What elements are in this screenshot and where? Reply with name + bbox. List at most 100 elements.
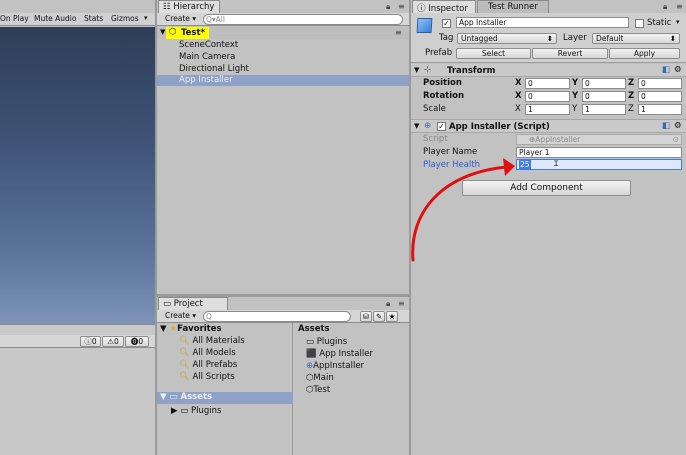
search-icon: 🔍︎ [179,348,190,358]
tree-folder-plugins[interactable]: ▶ ▭ Plugins [171,406,221,416]
info-icon: ⓘ [84,337,92,346]
hierarchy-create-dropdown[interactable]: Create ▾ [165,14,196,23]
hierarchy-item-app-installer: App Installer [179,75,233,85]
game-view-toolbar: On Play Mute Audio Stats Gizmos ▾ [0,13,155,26]
transform-title: Transform [447,66,496,76]
rotation-y-label: Y [572,91,579,101]
project-tab[interactable]: ▭ Project [158,297,228,310]
component-header[interactable]: ▼ ⊕ ✓ App Installer (Script) ◧ ⚙ [411,119,686,133]
active-checkbox[interactable]: ✓ [442,19,451,28]
gear-icon[interactable]: ⚙ [674,65,682,75]
position-z-field[interactable]: 0 [638,78,682,89]
warning-icon: ⚠ [107,337,114,346]
hierarchy-item-main-camera[interactable]: Main Camera [179,52,235,62]
test-runner-tab[interactable]: Test Runner [477,0,549,13]
expand-arrow-icon[interactable]: ▼ [414,66,419,74]
static-label: Static [647,18,672,28]
hierarchy-item-directional-light[interactable]: Directional Light [179,64,249,74]
info-filter-button[interactable]: ⓘ0 [80,336,101,347]
scale-y-field[interactable]: 1 [582,104,626,115]
help-book-icon[interactable]: ◧ [662,121,670,131]
position-x-field[interactable]: 0 [525,78,570,89]
inspector-menu-icon[interactable]: ≡ [676,2,683,11]
scene-menu-icon[interactable]: ≡ [395,28,402,37]
asset-test-scene[interactable]: ⬡Test [306,385,330,395]
prefab-revert-button[interactable]: Revert [532,48,608,59]
error-filter-button[interactable]: ⓿0 [125,336,149,347]
rotation-x-label: X [515,91,522,101]
assets-header: Assets [298,324,330,334]
script-label: Script [423,134,448,144]
folder-icon: ▭ [169,392,178,402]
hierarchy-lock-icon[interactable]: 🔒︎ [386,2,390,12]
stats-toggle[interactable]: Stats [84,14,103,23]
inspector-lock-icon[interactable]: 🔒︎ [663,2,667,12]
favorite-all-scripts[interactable]: 🔍︎ All Scripts [179,372,235,382]
search-by-label-button[interactable]: ✎ [373,311,385,322]
asset-main-scene[interactable]: ⬡Main [306,373,334,383]
expand-arrow-icon: ▼ [160,392,167,402]
tag-dropdown[interactable]: Untagged ⬍ [457,33,557,44]
rotation-y-field[interactable]: 0 [582,91,626,102]
transform-header[interactable]: ▼ ⊹ Transform ◧ ⚙ [411,64,686,77]
favorites-header[interactable]: ▼ ★Favorites [160,324,222,334]
scene-row[interactable]: ▼ ⬡ Test* ≡ [157,27,409,39]
on-play-toggle[interactable]: On Play [0,14,29,23]
script-icon: ⊕ [424,121,432,131]
rotation-x-field[interactable]: 0 [525,91,570,102]
position-label: Position [423,78,462,88]
gear-icon[interactable]: ⚙ [674,121,682,131]
project-lock-icon[interactable]: 🔒︎ [386,299,390,309]
hierarchy-item-scenecontext[interactable]: SceneContext [179,40,238,50]
mute-audio-toggle[interactable]: Mute Audio [34,14,76,23]
warning-filter-button[interactable]: ⚠0 [102,336,124,347]
prefab-select-button[interactable]: Select [456,48,531,59]
favorite-all-materials[interactable]: 🔍︎ All Materials [179,336,245,346]
asset-appinstaller-script[interactable]: ⊕AppInstaller [306,361,364,371]
folder-icon: ▭ [163,299,172,309]
player-health-field[interactable]: 25 Ɪ [516,159,682,170]
hierarchy-menu-icon[interactable]: ≡ [398,2,405,11]
favorite-all-models[interactable]: 🔍︎ All Models [179,348,236,358]
red-annotation-arrow [411,158,515,262]
object-name-field[interactable]: App Installer [456,17,629,28]
static-dropdown-icon[interactable]: ▾ [676,18,680,26]
gizmos-dropdown-arrow-icon[interactable]: ▾ [144,14,148,22]
favorites-star-button[interactable]: ★ [386,311,398,322]
rotation-z-field[interactable]: 0 [638,91,682,102]
scale-label: Scale [423,104,446,114]
inspector-tab[interactable]: ⓘ Inspector [412,0,476,14]
hierarchy-item-selected-row[interactable]: App Installer [157,75,409,86]
position-y-field[interactable]: 0 [582,78,626,89]
expand-arrow-icon[interactable]: ▼ [414,122,419,130]
asset-plugins[interactable]: ▭ Plugins [306,337,347,347]
prefab-apply-button[interactable]: Apply [609,48,680,59]
project-create-dropdown[interactable]: Create ▾ [165,311,196,320]
assets-root-selected[interactable]: ▼ ▭ Assets [157,392,293,404]
project-toolbar: Create ▾ Q ⛁ ✎ ★ [157,310,409,323]
gizmos-dropdown[interactable]: Gizmos [111,14,139,23]
scene-expand-arrow-icon[interactable]: ▼ [160,28,165,36]
position-y-label: Y [572,78,579,88]
search-icon: 🔍︎ [179,360,190,370]
layer-dropdown[interactable]: Default ⬍ [592,33,680,44]
hierarchy-search-input[interactable]: Q▾All [203,14,403,25]
game-view-viewport[interactable] [0,27,155,324]
search-icon: 🔍︎ [179,336,190,346]
player-name-field[interactable]: Player 1 [516,147,682,158]
scale-z-label: Z [628,104,634,114]
project-search-input[interactable]: Q [203,311,351,322]
component-enabled-checkbox[interactable]: ✓ [437,122,446,131]
help-book-icon[interactable]: ◧ [662,65,670,75]
scale-z-field[interactable]: 1 [638,104,682,115]
scale-x-field[interactable]: 1 [525,104,570,115]
search-by-type-button[interactable]: ⛁ [360,311,372,322]
static-checkbox[interactable] [635,19,644,28]
project-menu-icon[interactable]: ≡ [398,299,405,308]
hierarchy-list-icon: ☷ [163,2,171,12]
layer-label: Layer [563,33,587,43]
asset-app-installer-prefab[interactable]: ⬛ App Installer [306,349,373,359]
script-field[interactable]: ⊕AppInstaller ⊙ [516,134,682,145]
favorite-all-prefabs[interactable]: 🔍︎ All Prefabs [179,360,237,370]
hierarchy-tab[interactable]: ☷ Hierarchy [158,0,220,13]
